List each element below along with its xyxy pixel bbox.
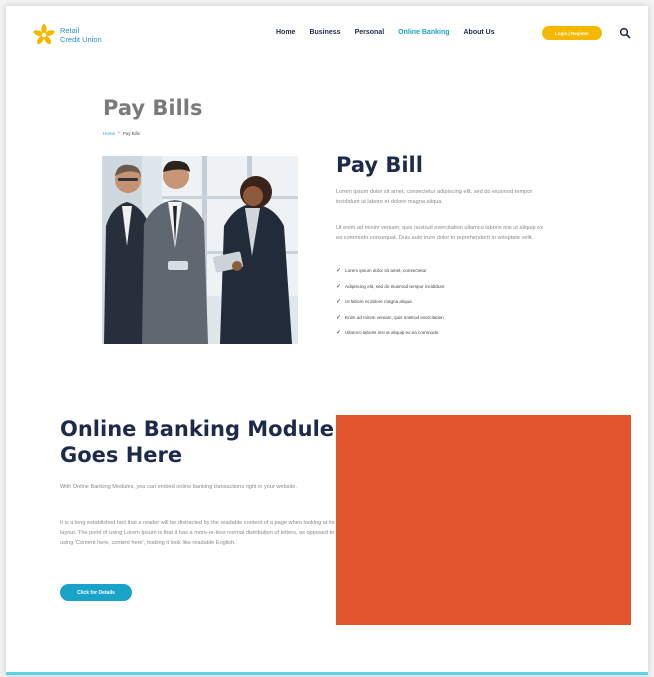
page-title: Pay Bills: [103, 96, 203, 120]
brand-name: Retail Credit Union: [60, 26, 102, 44]
checklist-text: Ut labore et dolore magna aliqua: [345, 299, 412, 305]
login-register-button[interactable]: Login | Register: [542, 26, 602, 40]
nav-item-home[interactable]: Home: [276, 29, 295, 36]
nav-item-online-banking[interactable]: Online Banking: [398, 29, 449, 36]
footer-accent-line: [6, 672, 648, 675]
page: Retail Credit Union Home Business Person…: [6, 6, 648, 675]
online-banking-paragraph-2: It is a long established fact that a rea…: [60, 520, 335, 546]
online-banking-module-placeholder: [336, 415, 631, 625]
checkmark-icon: ✓: [336, 314, 342, 321]
pay-bill-checklist: ✓ Lorem ipsum dolor sit amet, consectetur…: [336, 268, 444, 346]
nav-item-about-us[interactable]: About Us: [464, 29, 495, 36]
checkmark-icon: ✓: [336, 330, 342, 337]
breadcrumb-separator: ›: [118, 130, 120, 136]
checkmark-icon: ✓: [336, 299, 342, 306]
search-icon[interactable]: [619, 27, 631, 39]
main-nav: Home Business Personal Online Banking Ab…: [276, 29, 509, 36]
pay-bill-paragraph-1: Lorem ipsum dolor sit amet, consectetur …: [336, 189, 533, 205]
checkmark-icon: ✓: [336, 268, 342, 274]
breadcrumb-home-link[interactable]: Home: [103, 131, 115, 136]
list-item: ✓ Adipiscing elit, sed do eiusmod tempor …: [336, 284, 444, 300]
list-item: ✓ Ullamco laboris nisi ut aliquip ex ea c…: [336, 330, 444, 346]
brand-line2: Credit Union: [60, 35, 102, 44]
breadcrumb: Home › Pay Bills: [103, 130, 140, 136]
nav-item-personal[interactable]: Personal: [355, 29, 385, 36]
pay-bill-heading: Pay Bill: [336, 153, 423, 177]
brand-line1: Retail: [60, 26, 80, 35]
brand-logo[interactable]: Retail Credit Union: [32, 23, 102, 47]
checklist-text: Enim ad minim veniam, quis nostrud exerc…: [345, 314, 444, 320]
checklist-text: Lorem ipsum dolor sit amet, consectetur: [345, 268, 427, 273]
list-item: ✓ Ut labore et dolore magna aliqua: [336, 299, 444, 315]
breadcrumb-current: Pay Bills: [122, 130, 140, 136]
checklist-text: Adipiscing elit, sed do eiusmod tempor i…: [345, 283, 445, 289]
logo-flower-icon: [32, 23, 56, 47]
online-banking-heading: Online Banking Module Goes Here: [60, 417, 335, 467]
pay-bill-paragraph-2: Ut enim ad minim veniam, quis nostrud ex…: [336, 225, 544, 241]
nav-item-business[interactable]: Business: [309, 29, 340, 36]
business-people-photo: [102, 156, 298, 344]
list-item: ✓ Lorem ipsum dolor sit amet, consectetur: [336, 268, 444, 284]
checkmark-icon: ✓: [336, 283, 342, 290]
checklist-text: Ullamco laboris nisi ut aliquip ex ea co…: [345, 330, 439, 336]
online-banking-paragraph-1: With Online Banking Modules, you can emb…: [60, 484, 297, 490]
click-for-details-button[interactable]: Click for Details: [60, 584, 132, 601]
site-header: Retail Credit Union Home Business Person…: [6, 6, 648, 62]
list-item: ✓ Enim ad minim veniam, quis nostrud exer…: [336, 315, 444, 331]
